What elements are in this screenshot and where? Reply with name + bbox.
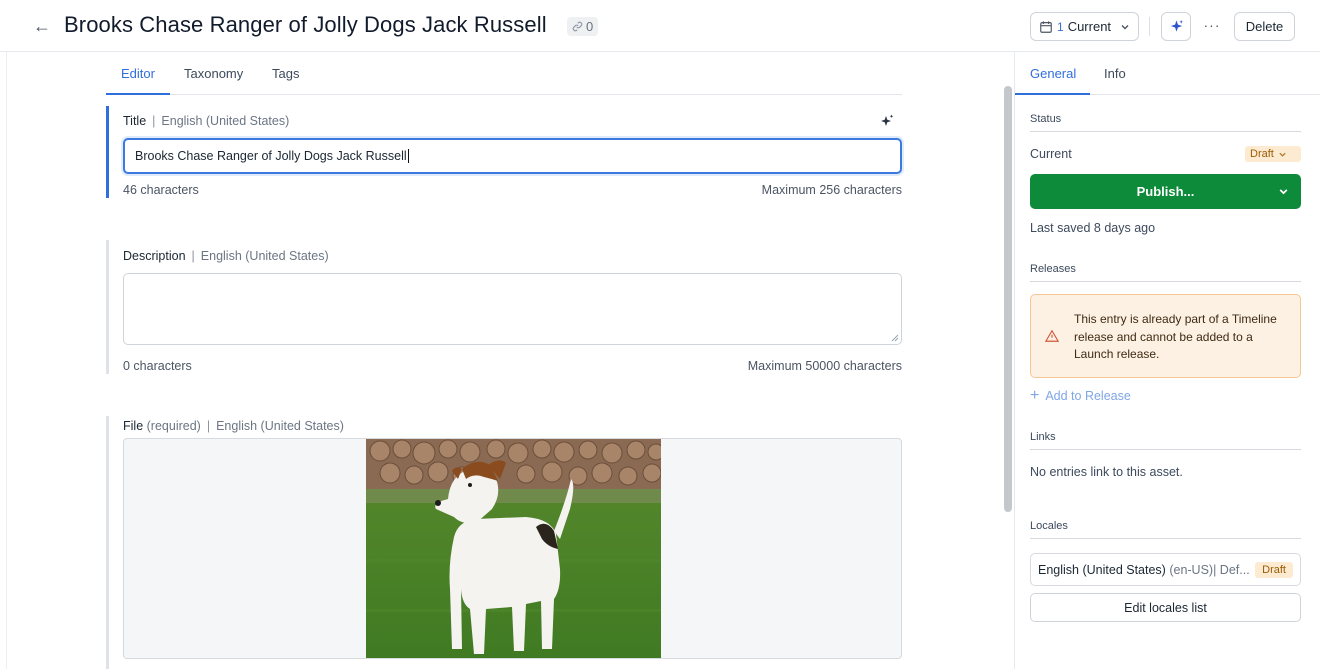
locale-item[interactable]: English (United States) (en-US)| Def... … <box>1030 553 1301 586</box>
page-title: Brooks Chase Ranger of Jolly Dogs Jack R… <box>64 12 547 37</box>
delete-button[interactable]: Delete <box>1234 12 1295 41</box>
description-label-text: Description <box>123 249 186 263</box>
links-heading: Links <box>1030 431 1301 450</box>
title-label-text: Title <box>123 114 147 128</box>
chevron-down-icon <box>1279 152 1286 157</box>
title-input-value: Brooks Chase Ranger of Jolly Dogs Jack R… <box>135 149 407 163</box>
releases-heading: Releases <box>1030 263 1301 282</box>
sparkle-icon[interactable] <box>879 113 895 129</box>
file-label-text: File <box>123 419 144 433</box>
text-caret <box>407 149 409 163</box>
locales-heading: Locales <box>1030 520 1301 539</box>
title-char-max: Maximum 256 characters <box>761 183 902 197</box>
tab-editor[interactable]: Editor <box>121 66 155 81</box>
add-to-release-label: Add to Release <box>1045 389 1131 403</box>
add-to-release-button[interactable]: + Add to Release <box>1030 387 1131 404</box>
current-label: Current <box>1030 147 1072 161</box>
file-preview[interactable] <box>123 438 902 659</box>
last-saved-text: Last saved 8 days ago <box>1030 221 1156 235</box>
status-heading: Status <box>1030 113 1301 132</box>
link-count-badge[interactable]: 0 <box>567 17 599 36</box>
release-warning-note: This entry is already part of a Timeline… <box>1030 294 1301 378</box>
version-selector[interactable]: 1 Current <box>1030 12 1139 41</box>
file-field-bar <box>106 416 109 669</box>
tab-taxonomy[interactable]: Taxonomy <box>184 66 243 81</box>
status-badge-text: Draft <box>1250 148 1274 160</box>
header-divider <box>1149 17 1150 36</box>
status-badge[interactable]: Draft <box>1245 146 1301 162</box>
locale-code: (en-US)| Def... <box>1169 562 1250 577</box>
editor-scrollbar[interactable] <box>1004 86 1012 512</box>
chevron-down-icon[interactable] <box>1278 186 1289 197</box>
ai-assist-button[interactable] <box>1161 12 1191 41</box>
link-count-value: 0 <box>586 19 594 34</box>
description-textarea[interactable] <box>123 273 902 345</box>
version-label: Current <box>1067 19 1112 34</box>
description-locale: English (United States) <box>200 249 329 263</box>
title-locale: English (United States) <box>161 114 290 128</box>
publish-button[interactable]: Publish... <box>1030 174 1301 209</box>
file-field-label: File (required) | English (United States) <box>123 419 344 433</box>
top-header: ← Brooks Chase Ranger of Jolly Dogs Jack… <box>0 0 1320 52</box>
resize-grip-icon[interactable] <box>891 334 899 342</box>
sidebar-tabs: General Info <box>1015 58 1320 95</box>
publish-label: Publish... <box>1136 184 1195 199</box>
active-sidebar-tab-indicator <box>1015 93 1090 95</box>
description-char-max: Maximum 50000 characters <box>747 359 902 373</box>
left-edge-line <box>6 52 7 669</box>
version-count: 1 <box>1057 19 1064 34</box>
active-tab-indicator <box>106 93 170 95</box>
sparkle-icon <box>1170 19 1183 32</box>
title-input[interactable]: Brooks Chase Ranger of Jolly Dogs Jack R… <box>123 138 902 174</box>
release-warning-text: This entry is already part of a Timeline… <box>1074 312 1277 361</box>
chevron-down-icon <box>1121 24 1129 29</box>
tab-tags[interactable]: Tags <box>272 66 299 81</box>
file-required: (required) <box>146 419 201 433</box>
plus-icon: + <box>1030 387 1040 404</box>
links-empty-text: No entries link to this asset. <box>1030 465 1183 479</box>
locale-status-badge: Draft <box>1255 561 1293 578</box>
title-char-count: 46 characters <box>123 183 199 197</box>
more-options-button[interactable]: ··· <box>1200 14 1224 38</box>
description-char-count: 0 characters <box>123 359 192 373</box>
link-icon <box>572 21 583 32</box>
edit-locales-button[interactable]: Edit locales list <box>1030 593 1301 622</box>
description-field-label: Description | English (United States) <box>123 249 329 263</box>
locale-name: English (United States) <box>1038 562 1166 577</box>
dog-photo-image <box>366 439 661 658</box>
sidebar-divider <box>1014 52 1015 669</box>
warning-triangle-icon <box>1045 329 1059 342</box>
file-locale: English (United States) <box>216 419 344 433</box>
title-field-label: Title | English (United States) <box>123 114 290 128</box>
back-arrow-icon[interactable]: ← <box>30 14 54 38</box>
title-field-focus-bar <box>106 106 109 198</box>
tab-info[interactable]: Info <box>1104 66 1126 81</box>
tab-general[interactable]: General <box>1030 66 1076 81</box>
editor-tabs: Editor Taxonomy Tags <box>106 58 902 95</box>
calendar-icon <box>1040 20 1052 33</box>
description-field-bar <box>106 240 109 374</box>
